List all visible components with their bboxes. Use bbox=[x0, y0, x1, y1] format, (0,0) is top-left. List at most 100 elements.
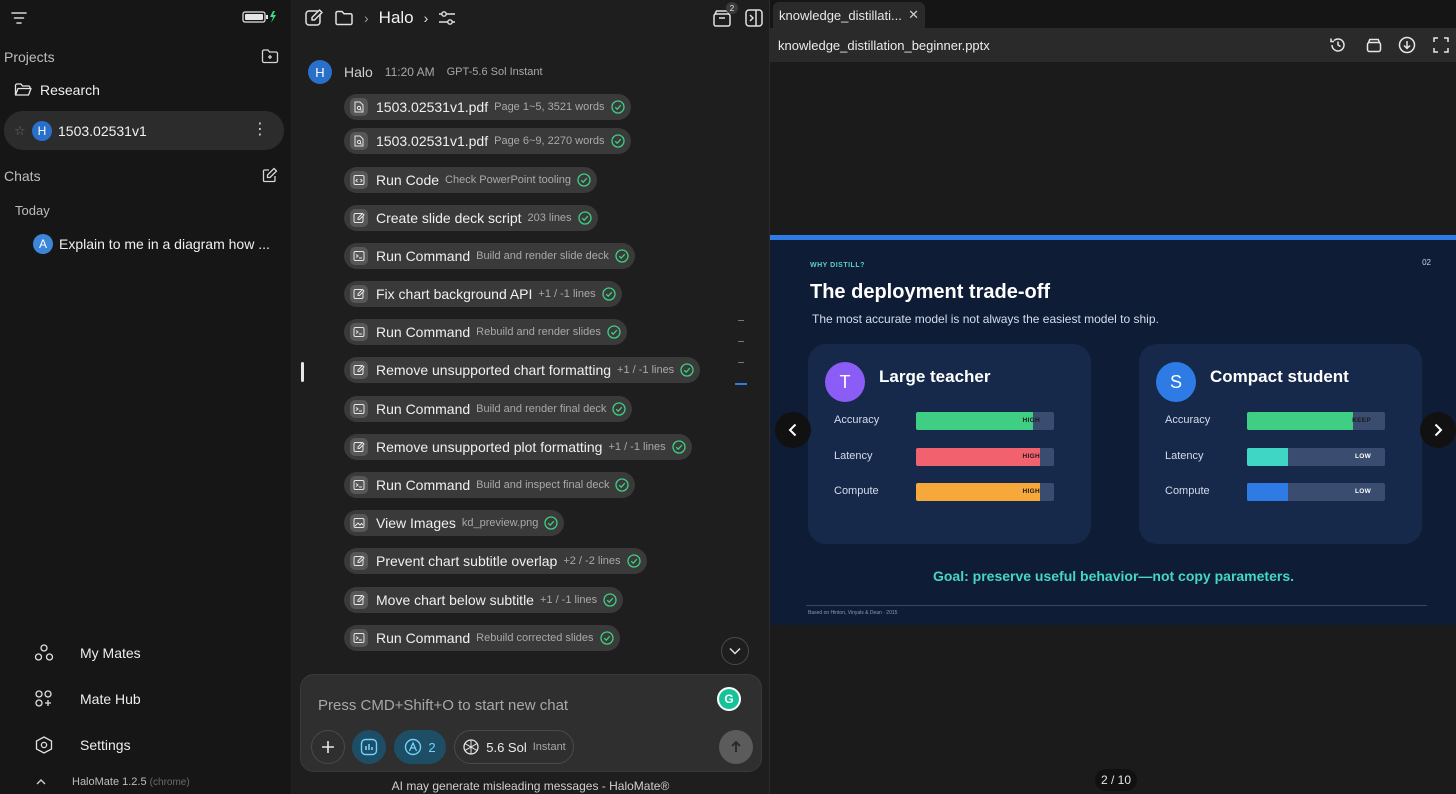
history-icon[interactable] bbox=[1329, 36, 1347, 54]
step-label: View Images bbox=[376, 515, 456, 531]
scroll-to-bottom-button[interactable] bbox=[721, 637, 749, 665]
step-label: Fix chart background API bbox=[376, 286, 533, 302]
tool-step[interactable]: View Images kd_preview.png bbox=[344, 510, 565, 536]
tool-step[interactable]: Remove unsupported chart formatting +1 / … bbox=[344, 357, 701, 383]
close-icon[interactable]: ✕ bbox=[908, 7, 919, 23]
check-circle-icon bbox=[615, 249, 629, 263]
step-detail: Build and inspect final deck bbox=[476, 479, 610, 491]
sliders-icon[interactable] bbox=[438, 10, 456, 26]
document-search-icon bbox=[350, 132, 368, 150]
metric-bar: HIGH bbox=[916, 483, 1054, 501]
step-detail: Build and render slide deck bbox=[476, 250, 609, 262]
version-label: HaloMate 1.2.5 bbox=[72, 776, 147, 788]
download-icon[interactable] bbox=[1398, 36, 1416, 54]
step-label: Run Command bbox=[376, 477, 471, 493]
metric-bar-fill bbox=[916, 483, 1041, 501]
card-avatar: T bbox=[825, 362, 865, 402]
step-label: Remove unsupported plot formatting bbox=[376, 439, 603, 455]
tab-presentation[interactable]: knowledge_distillati... ✕ bbox=[773, 2, 925, 28]
grammar-assistant-icon[interactable]: G bbox=[717, 687, 741, 711]
composer[interactable]: Press CMD+Shift+O to start new chat G 2 … bbox=[300, 674, 762, 772]
folder-icon[interactable] bbox=[334, 9, 354, 27]
new-folder-icon[interactable] bbox=[259, 45, 281, 67]
fullscreen-icon[interactable] bbox=[1432, 36, 1450, 54]
card-title: Large teacher bbox=[879, 367, 991, 386]
chevron-right-icon: › bbox=[364, 10, 369, 26]
compose-icon[interactable] bbox=[304, 8, 324, 28]
tool-step[interactable]: Run Command Build and inspect final deck bbox=[344, 472, 636, 498]
tool-step[interactable]: Run Command Rebuild corrected slides bbox=[344, 625, 620, 651]
tool-step[interactable]: Run Command Build and render final deck bbox=[344, 396, 633, 422]
nav-label: My Mates bbox=[80, 645, 141, 661]
tool-step[interactable]: Run Command Rebuild and render slides bbox=[344, 319, 627, 345]
nav-label: Mate Hub bbox=[80, 691, 141, 707]
version-info: HaloMate 1.2.5 (chrome) bbox=[36, 776, 190, 788]
edit-icon bbox=[350, 285, 368, 303]
metric-bar: HIGH bbox=[916, 448, 1054, 466]
tool-step[interactable]: Run Code Check PowerPoint tooling bbox=[344, 167, 598, 193]
slide-goal: Goal: preserve useful behavior—not copy … bbox=[932, 568, 1294, 584]
tool-step[interactable]: Run Command Build and render slide deck bbox=[344, 243, 635, 269]
check-circle-icon bbox=[612, 402, 627, 416]
check-circle-icon bbox=[601, 287, 616, 301]
more-options-icon[interactable]: ⋮ bbox=[252, 121, 268, 139]
tool-step[interactable]: Prevent chart subtitle overlap +2 / -2 li… bbox=[344, 548, 647, 574]
nav-label: Settings bbox=[80, 737, 131, 753]
page-title: Halo bbox=[378, 8, 414, 27]
step-detail: +1 / -1 lines bbox=[538, 288, 596, 300]
next-slide-button[interactable] bbox=[1420, 412, 1456, 448]
chevron-up-icon[interactable] bbox=[36, 778, 46, 786]
metric-row: Accuracy KEEP bbox=[1165, 412, 1405, 430]
check-circle-icon bbox=[615, 478, 630, 492]
toggle-panel-icon[interactable] bbox=[744, 8, 764, 28]
step-label: Create slide deck script bbox=[376, 210, 522, 226]
check-circle-icon bbox=[544, 516, 559, 530]
check-circle-icon bbox=[599, 631, 614, 645]
step-label: Remove unsupported chart formatting bbox=[376, 362, 612, 378]
archive-icon[interactable]: 2 bbox=[712, 2, 738, 30]
previous-slide-button[interactable] bbox=[775, 412, 811, 448]
notification-badge: 2 bbox=[726, 2, 738, 14]
tool-step[interactable]: Fix chart background API +1 / -1 lines bbox=[344, 281, 622, 307]
metric-tag: KEEP bbox=[1352, 417, 1371, 424]
send-button[interactable] bbox=[719, 730, 753, 764]
project-item[interactable]: ☆ H 1503.02531v1 ⋮ bbox=[4, 111, 284, 150]
folder-research[interactable]: Research bbox=[14, 82, 100, 98]
step-detail: +1 / -1 lines bbox=[617, 364, 675, 376]
tool-step[interactable]: Create slide deck script 203 lines bbox=[344, 205, 598, 231]
star-icon[interactable]: ☆ bbox=[14, 123, 32, 139]
tool-step[interactable]: Move chart below subtitle +1 / -1 lines bbox=[344, 587, 624, 613]
chat-item[interactable]: A Explain to me in a diagram how ... bbox=[33, 234, 270, 254]
minimap[interactable] bbox=[735, 320, 747, 385]
tool-step[interactable]: Remove unsupported plot formatting +1 / -… bbox=[344, 434, 692, 460]
add-attachment-button[interactable] bbox=[311, 730, 345, 764]
slide-accent-bar bbox=[770, 235, 1456, 240]
message-time: 11:20 AM bbox=[384, 65, 435, 79]
metric-tag: HIGH bbox=[1022, 488, 1040, 495]
metric-bar: KEEP bbox=[1247, 412, 1385, 430]
nav-my-mates[interactable]: My Mates bbox=[34, 644, 141, 662]
nav-mate-hub[interactable]: Mate Hub bbox=[34, 690, 141, 708]
composer-input[interactable]: Press CMD+Shift+O to start new chat bbox=[318, 697, 568, 714]
step-label: 1503.02531v1.pdf bbox=[376, 133, 489, 149]
avatar: A bbox=[33, 234, 53, 254]
metric-row: Latency LOW bbox=[1165, 448, 1405, 466]
agents-button[interactable]: 2 bbox=[394, 730, 446, 764]
divider bbox=[806, 605, 1427, 606]
filter-menu-icon[interactable] bbox=[8, 7, 30, 29]
breadcrumb: › Halo › bbox=[304, 7, 456, 29]
scroll-indicator[interactable] bbox=[301, 362, 304, 382]
message-author: Halo bbox=[344, 64, 373, 80]
step-detail: +1 / -1 lines bbox=[539, 594, 598, 606]
new-chat-icon[interactable] bbox=[259, 164, 281, 186]
terminal-icon bbox=[350, 629, 368, 647]
model-selector[interactable]: 5.6 Sol Instant bbox=[454, 730, 574, 764]
slide-subtitle: The most accurate model is not always th… bbox=[812, 312, 1159, 326]
chart-tool-button[interactable] bbox=[352, 730, 386, 764]
archive-icon[interactable] bbox=[1365, 36, 1383, 54]
tool-step[interactable]: 1503.02531v1.pdf Page 1~5, 3521 words bbox=[344, 94, 631, 120]
tool-step[interactable]: 1503.02531v1.pdf Page 6~9, 2270 words bbox=[344, 128, 631, 154]
nav-settings[interactable]: Settings bbox=[34, 736, 131, 754]
step-detail: Check PowerPoint tooling bbox=[445, 174, 572, 186]
avatar: H bbox=[32, 120, 52, 141]
